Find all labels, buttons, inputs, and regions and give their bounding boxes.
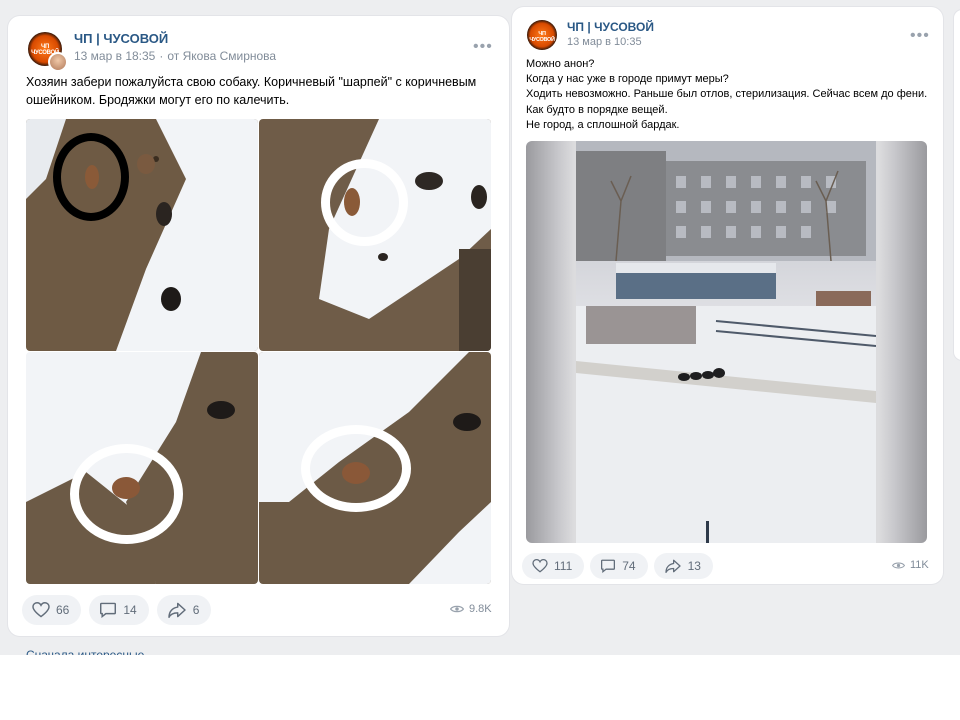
views-counter: 11K [892, 559, 929, 571]
video-thumbnail[interactable] [526, 141, 927, 543]
group-name-link[interactable]: ЧП | ЧУСОВОЙ [74, 31, 168, 46]
highlight-circle [70, 444, 183, 544]
highlight-circle [301, 425, 411, 512]
author-avatar[interactable] [48, 52, 68, 72]
photo-1[interactable] [26, 119, 258, 351]
avatar-logo-text: ЧП ЧУСОВОЙ [529, 31, 555, 43]
views-count: 9.8K [469, 603, 492, 615]
post-text-line: Можно анон? [526, 58, 595, 70]
comment-icon [601, 559, 616, 573]
share-count: 6 [192, 603, 200, 617]
share-icon [664, 559, 681, 573]
share-icon [167, 602, 186, 618]
views-count: 11K [910, 559, 929, 571]
group-avatar[interactable]: ЧП ЧУСОВОЙ [527, 20, 557, 50]
views-counter: 9.8K [450, 603, 492, 615]
highlight-circle [321, 159, 408, 246]
comment-count: 14 [123, 603, 137, 617]
post-text-line: Когда у нас уже в городе примут меры? [526, 73, 729, 86]
post-text-line: Ходить невозможно. Раньше был отлов, сте… [526, 88, 928, 101]
heart-icon [532, 559, 548, 573]
post-actions: 111 74 13 [522, 553, 713, 579]
post-date[interactable]: 13 мар в 18:35 [74, 49, 155, 63]
share-button[interactable]: 6 [156, 595, 212, 625]
comment-button[interactable]: 14 [89, 595, 149, 625]
photo-4[interactable] [259, 352, 491, 584]
comment-button[interactable]: 74 [590, 553, 648, 579]
more-icon[interactable]: ••• [473, 39, 493, 55]
like-count: 66 [56, 603, 70, 617]
post-actions: 66 14 6 [22, 595, 212, 625]
like-button[interactable]: 66 [22, 595, 82, 625]
eye-icon [450, 605, 464, 613]
post-source[interactable]: от Якова Смирнова [167, 49, 276, 63]
comment-count: 74 [622, 559, 636, 573]
comments-sort-link[interactable]: Сначала интересные [26, 648, 144, 655]
post-meta: 13 мар в 18:35 · от Якова Смирнова [74, 49, 277, 63]
video-image [576, 141, 876, 543]
post-date[interactable]: 13 мар в 10:35 [567, 36, 642, 48]
next-card-edge [954, 10, 960, 360]
group-name-link[interactable]: ЧП | ЧУСОВОЙ [567, 20, 654, 34]
post-card-1: ЧП ЧУСОВОЙ ЧП | ЧУСОВОЙ 13 мар в 18:35 · о… [8, 16, 509, 636]
comment-icon [100, 602, 117, 618]
like-count: 111 [554, 559, 573, 573]
highlight-circle [53, 133, 129, 221]
post-text-line: Как будто в порядке вещей. [526, 103, 668, 116]
more-icon[interactable]: ••• [910, 28, 930, 44]
eye-icon [892, 562, 905, 568]
share-count: 13 [687, 559, 701, 573]
post-text-line: Не город, а сплошной бардак. [526, 118, 680, 131]
like-button[interactable]: 111 [522, 553, 585, 579]
photo-3[interactable] [26, 352, 258, 584]
post-text: Можно анон? Когда у нас уже в городе при… [526, 57, 936, 133]
photo-2[interactable] [259, 119, 491, 351]
post-text: Хозяин забери пожалуйста свою собаку. Ко… [26, 75, 477, 107]
video-scene [576, 141, 876, 543]
share-button[interactable]: 13 [653, 553, 713, 579]
heart-icon [32, 602, 50, 618]
